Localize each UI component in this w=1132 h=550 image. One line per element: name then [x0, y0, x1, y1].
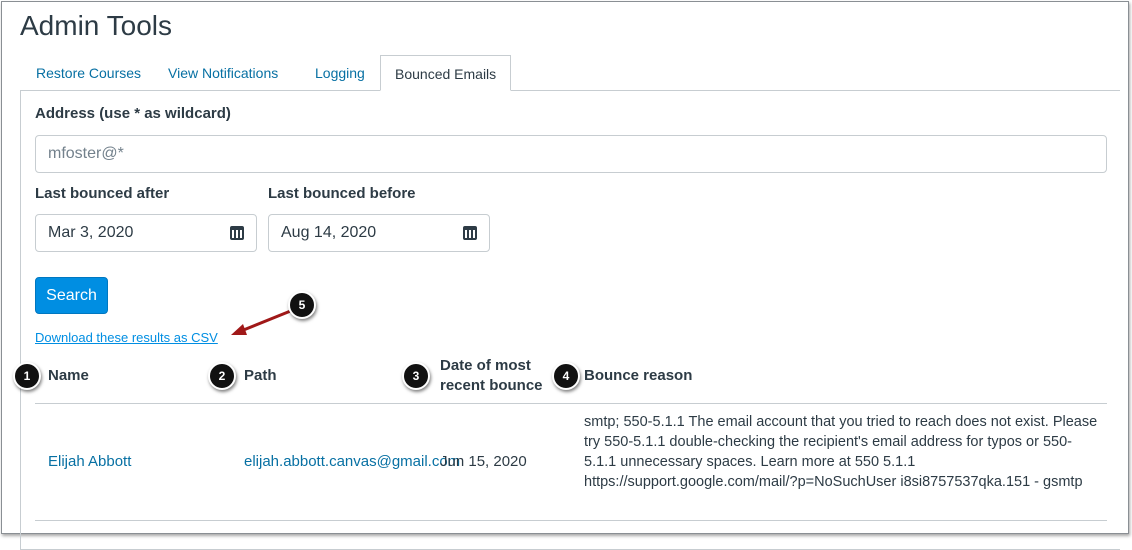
before-date-value: Aug 14, 2020	[281, 224, 377, 241]
callout-badge-2: 2	[208, 362, 236, 390]
header-bounce-reason: Bounce reason	[584, 367, 693, 384]
tab-view-notifications[interactable]: View Notifications	[168, 55, 278, 91]
tab-logging[interactable]: Logging	[315, 55, 365, 91]
callout-badge-4: 4	[552, 362, 580, 390]
address-label: Address (use * as wildcard)	[35, 105, 231, 122]
search-button[interactable]: Search	[35, 277, 108, 314]
download-csv-link[interactable]: Download these results as CSV	[35, 330, 218, 345]
callout-badge-1: 1	[13, 362, 41, 390]
row-date: Jun 15, 2020	[440, 453, 527, 470]
calendar-icon[interactable]	[230, 226, 244, 240]
address-input[interactable]: mfoster@*	[35, 135, 1107, 173]
header-name: Name	[48, 367, 89, 384]
divider	[35, 403, 1107, 404]
calendar-icon[interactable]	[463, 226, 477, 240]
callout-badge-3: 3	[402, 362, 430, 390]
before-label: Last bounced before	[268, 185, 416, 202]
page-title: Admin Tools	[20, 10, 173, 41]
header-date: Date of most recent bounce	[440, 357, 543, 394]
after-date-value: Mar 3, 2020	[48, 224, 134, 241]
tab-restore-courses[interactable]: Restore Courses	[36, 55, 141, 91]
after-date-input[interactable]: Mar 3, 2020	[35, 214, 257, 252]
callout-badge-5: 5	[288, 291, 316, 319]
divider	[35, 520, 1107, 521]
row-name-link[interactable]: Elijah Abbott	[48, 452, 131, 472]
tab-bounced-emails[interactable]: Bounced Emails	[380, 55, 512, 91]
row-path-link[interactable]: elijah.abbott.canvas@gmail.com	[244, 452, 460, 472]
row-reason: smtp; 550-5.1.1 The email account that y…	[584, 414, 1098, 490]
before-date-input[interactable]: Aug 14, 2020	[268, 214, 490, 252]
header-path: Path	[244, 367, 277, 384]
after-label: Last bounced after	[35, 185, 170, 202]
